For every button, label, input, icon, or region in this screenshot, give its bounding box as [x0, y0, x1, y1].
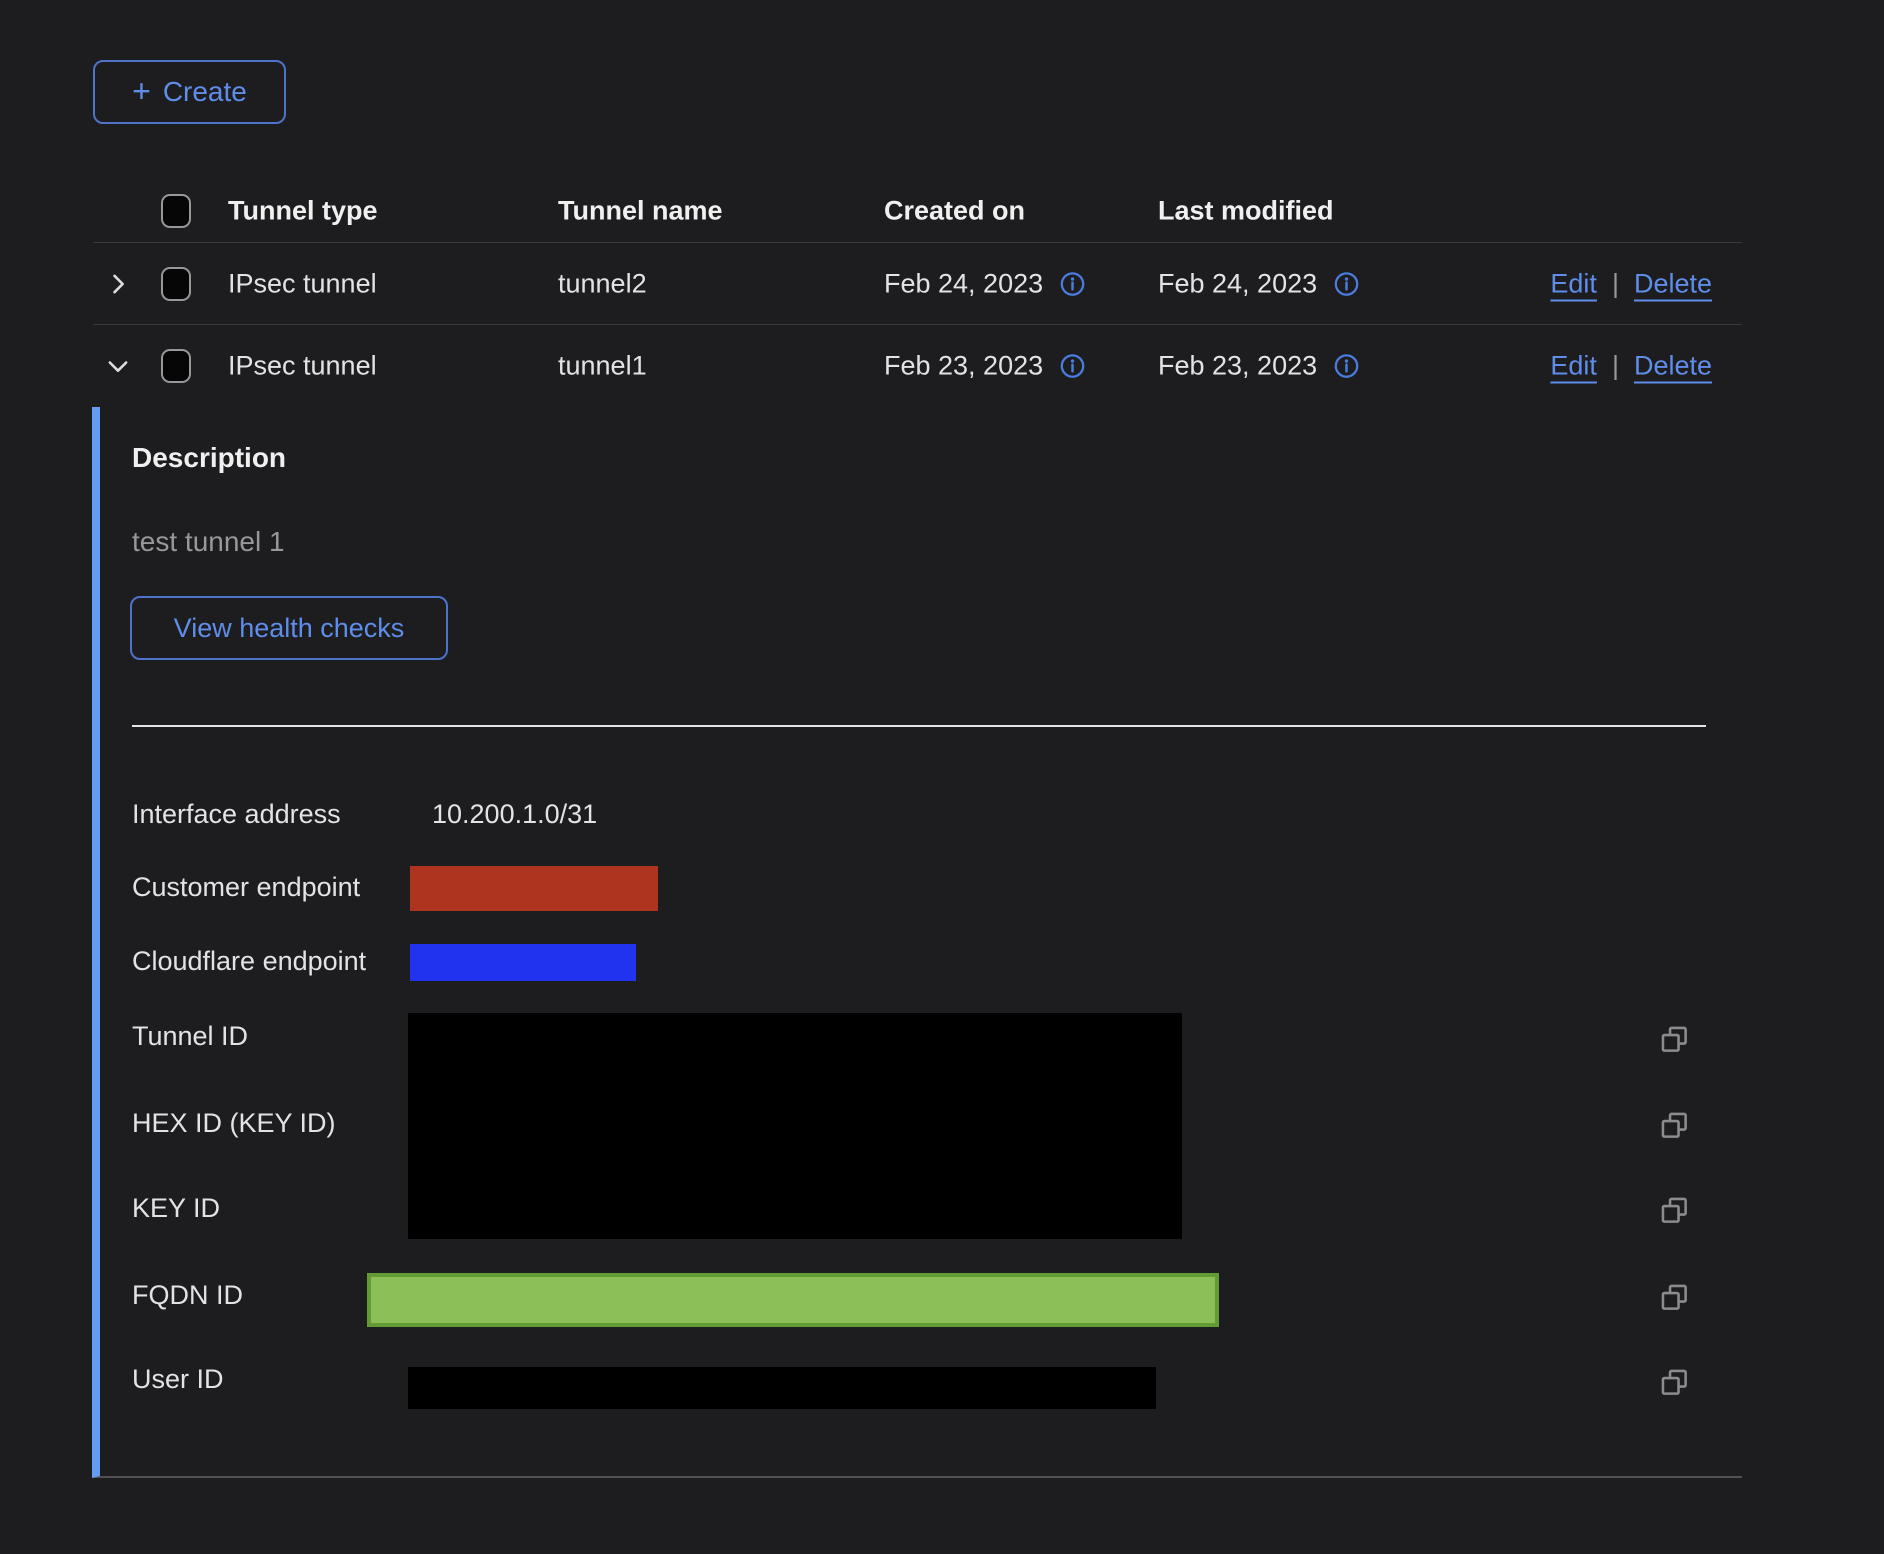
created-on-date: Feb 24, 2023 — [884, 268, 1043, 299]
row-checkbox[interactable] — [161, 349, 191, 383]
info-icon[interactable] — [1059, 352, 1086, 379]
tunnel-name-cell: tunnel1 — [558, 350, 647, 381]
description-value: test tunnel 1 — [132, 526, 285, 558]
chevron-down-icon[interactable] — [103, 351, 133, 381]
tunnel-id-label: Tunnel ID — [132, 1021, 248, 1052]
row-checkbox[interactable] — [161, 267, 191, 301]
created-on-cell: Feb 23, 2023 — [884, 350, 1086, 381]
table-row: IPsec tunnel tunnel1 Feb 23, 2023 Feb 23… — [93, 325, 1742, 406]
create-button-label: Create — [163, 76, 247, 108]
customer-endpoint-redaction — [410, 866, 658, 911]
last-modified-cell: Feb 24, 2023 — [1158, 268, 1360, 299]
header-last-modified: Last modified — [1158, 196, 1334, 227]
expanded-tunnel-detail-panel: Description test tunnel 1 View health ch… — [92, 407, 1742, 1478]
interface-address-label: Interface address — [132, 799, 341, 830]
edit-link[interactable]: Edit — [1550, 268, 1597, 299]
copy-icon[interactable] — [1658, 1108, 1694, 1144]
cloudflare-endpoint-redaction — [410, 944, 636, 981]
view-health-checks-button[interactable]: View health checks — [130, 596, 448, 660]
info-icon[interactable] — [1059, 270, 1086, 297]
cloudflare-endpoint-label: Cloudflare endpoint — [132, 946, 366, 977]
user-id-redaction — [408, 1367, 1156, 1409]
delete-link[interactable]: Delete — [1634, 350, 1712, 381]
fqdn-id-redaction — [367, 1273, 1219, 1327]
info-icon[interactable] — [1333, 352, 1360, 379]
last-modified-date: Feb 24, 2023 — [1158, 268, 1317, 299]
interface-address-value: 10.200.1.0/31 — [432, 799, 597, 830]
row-actions: Edit | Delete — [1550, 268, 1712, 299]
header-tunnel-type: Tunnel type — [228, 196, 378, 227]
tunnel-type-cell: IPsec tunnel — [228, 350, 377, 381]
description-label: Description — [132, 442, 286, 474]
last-modified-cell: Feb 23, 2023 — [1158, 350, 1360, 381]
header-tunnel-name: Tunnel name — [558, 196, 723, 227]
action-separator: | — [1612, 350, 1619, 381]
copy-icon[interactable] — [1658, 1022, 1694, 1058]
tunnel-ids-redaction — [408, 1013, 1182, 1239]
section-divider — [132, 725, 1706, 727]
key-id-label: KEY ID — [132, 1193, 220, 1224]
table-row: IPsec tunnel tunnel2 Feb 24, 2023 Feb 24… — [93, 243, 1742, 325]
chevron-right-icon[interactable] — [103, 269, 133, 299]
created-on-cell: Feb 24, 2023 — [884, 268, 1086, 299]
created-on-date: Feb 23, 2023 — [884, 350, 1043, 381]
user-id-label: User ID — [132, 1364, 224, 1395]
tunnel-type-cell: IPsec tunnel — [228, 268, 377, 299]
table-header-row: Tunnel type Tunnel name Created on Last … — [93, 180, 1742, 243]
hex-id-label: HEX ID (KEY ID) — [132, 1108, 336, 1139]
copy-icon[interactable] — [1658, 1280, 1694, 1316]
tunnel-name-cell: tunnel2 — [558, 268, 647, 299]
select-all-checkbox[interactable] — [161, 194, 191, 228]
delete-link[interactable]: Delete — [1634, 268, 1712, 299]
edit-link[interactable]: Edit — [1550, 350, 1597, 381]
copy-icon[interactable] — [1658, 1193, 1694, 1229]
copy-icon[interactable] — [1658, 1365, 1694, 1401]
fqdn-id-label: FQDN ID — [132, 1280, 243, 1311]
info-icon[interactable] — [1333, 270, 1360, 297]
customer-endpoint-label: Customer endpoint — [132, 872, 360, 903]
row-actions: Edit | Delete — [1550, 350, 1712, 381]
plus-icon: + — [132, 75, 151, 107]
create-button[interactable]: + Create — [93, 60, 286, 124]
header-created-on: Created on — [884, 196, 1025, 227]
action-separator: | — [1612, 268, 1619, 299]
last-modified-date: Feb 23, 2023 — [1158, 350, 1317, 381]
